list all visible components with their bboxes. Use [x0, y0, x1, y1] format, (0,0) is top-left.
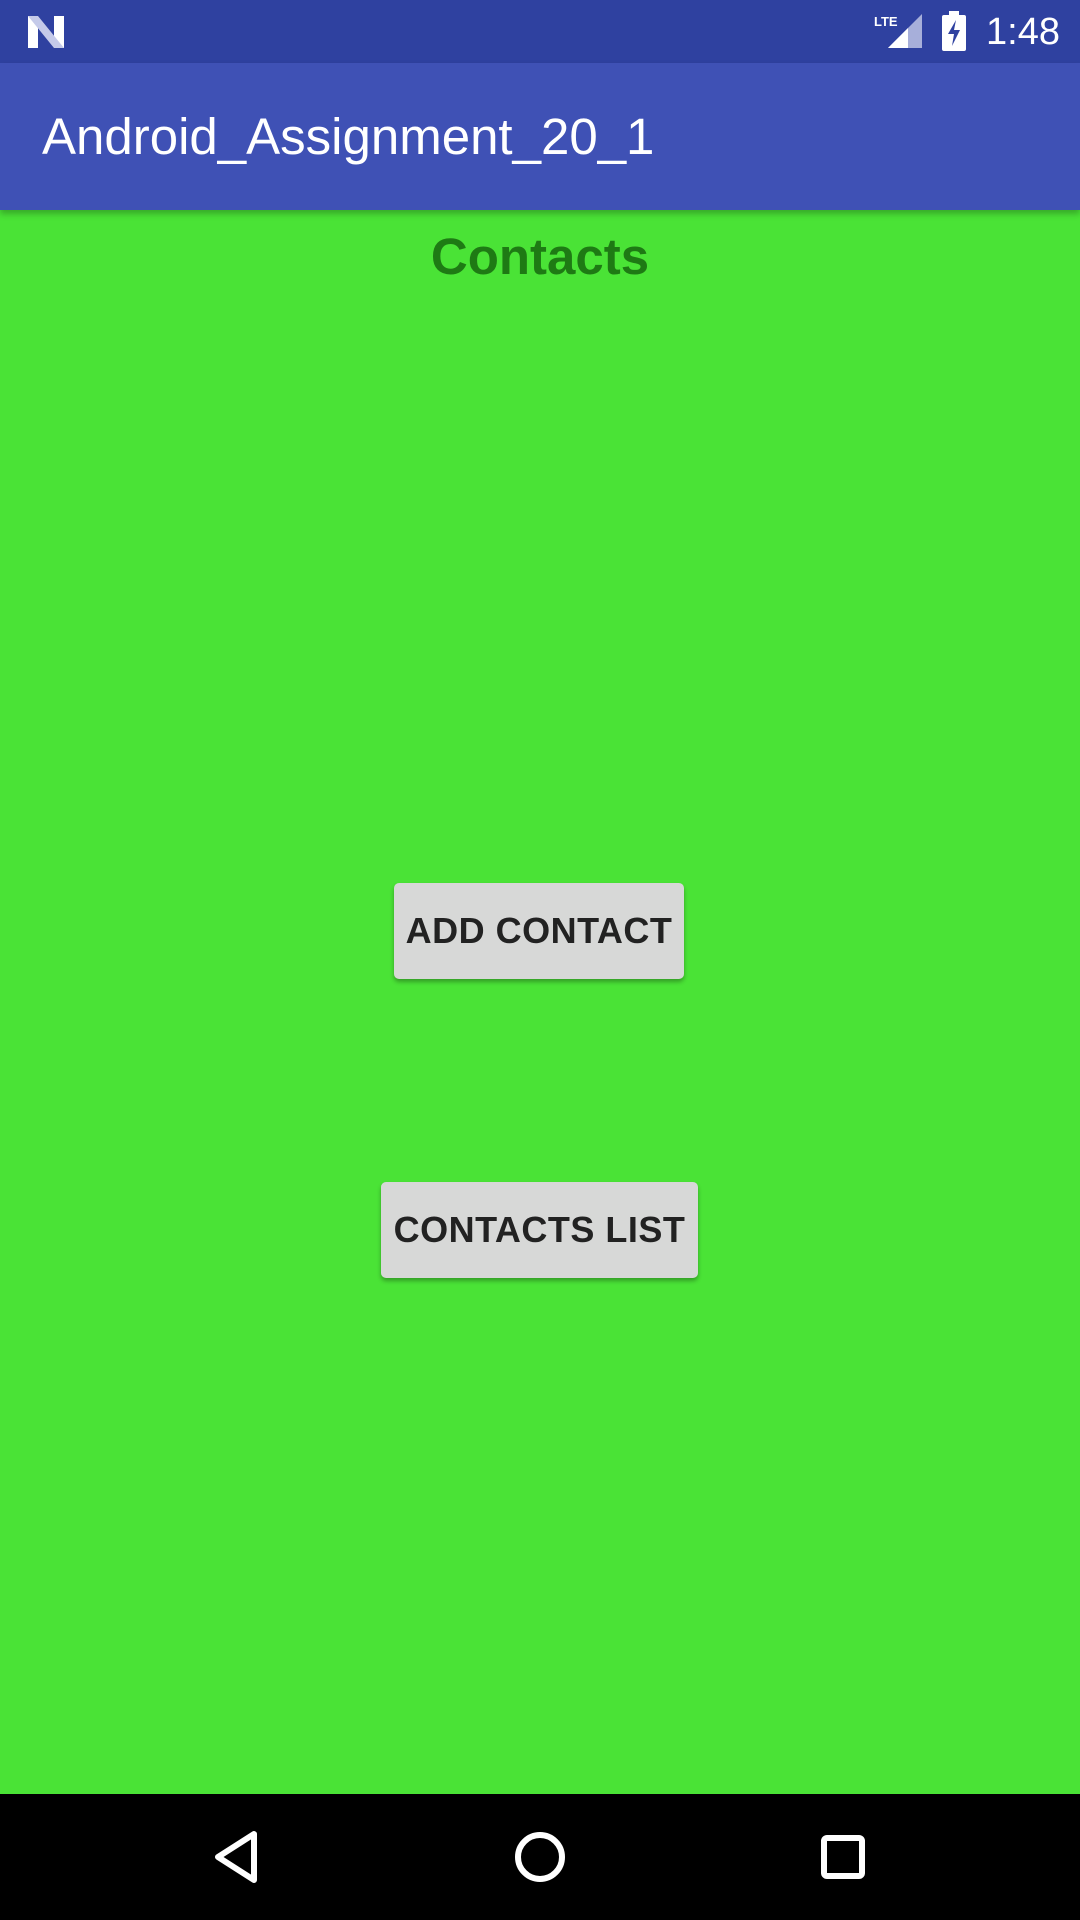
system-nav-bar — [0, 1794, 1080, 1920]
home-icon[interactable] — [505, 1822, 575, 1892]
battery-charging-icon — [942, 11, 966, 51]
add-contact-button[interactable]: ADD CONTACT — [394, 883, 684, 979]
recents-icon[interactable] — [808, 1822, 878, 1892]
app-toolbar: Android_Assignment_20_1 — [0, 63, 1080, 210]
nougat-logo-icon — [28, 16, 64, 48]
app-title: Android_Assignment_20_1 — [42, 108, 655, 165]
page-heading: Contacts — [430, 228, 650, 285]
app-screen: LTE 1:48 Android_Assignment_20_1 Contact… — [0, 0, 1080, 1920]
lte-signal-icon: LTE — [874, 14, 922, 48]
contacts-list-button[interactable]: CONTACTS LIST — [381, 1182, 698, 1278]
status-bar: LTE 1:48 — [0, 0, 1080, 63]
back-icon[interactable] — [202, 1822, 272, 1892]
lte-label: LTE — [874, 14, 898, 29]
main-content: Contacts ADD CONTACT CONTACTS LIST — [0, 210, 1080, 1794]
status-clock: 1:48 — [986, 11, 1060, 53]
